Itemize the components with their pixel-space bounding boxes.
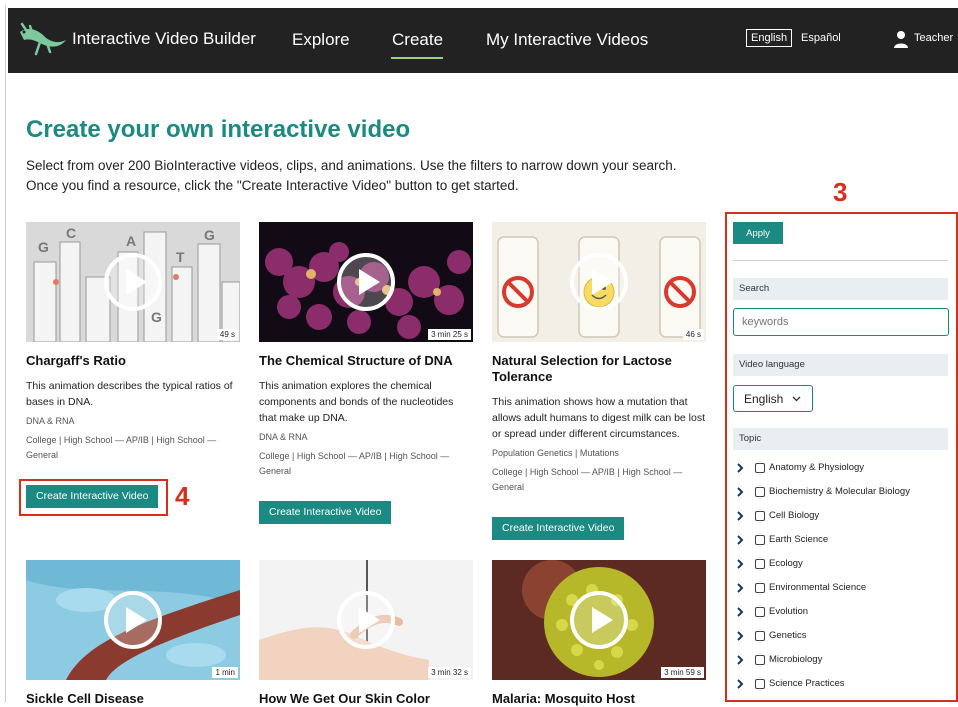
video-thumbnail[interactable]: 1 min	[26, 560, 240, 680]
video-card: 1 min Sickle Cell Disease	[26, 560, 240, 707]
nav-my-interactive-videos[interactable]: My Interactive Videos	[486, 30, 648, 50]
card-description: This animation explores the chemical com…	[259, 380, 454, 424]
play-icon[interactable]	[336, 252, 396, 312]
card-description: This animation shows how a mutation that…	[492, 396, 706, 440]
svg-text:A: A	[126, 233, 136, 249]
play-icon[interactable]	[103, 252, 163, 312]
card-title[interactable]: How We Get Our Skin Color	[259, 691, 473, 707]
page-intro: Select from over 200 BioInteractive vide…	[26, 158, 677, 193]
card-title[interactable]: Chargaff's Ratio	[26, 353, 240, 369]
video-card: 3 min 32 s How We Get Our Skin Color	[259, 560, 473, 707]
duration-badge: 49 s	[216, 329, 238, 340]
svg-text:G: G	[38, 239, 49, 255]
card-description: This animation describes the typical rat…	[26, 380, 233, 408]
duration-badge: 3 min 25 s	[428, 329, 471, 340]
lizard-logo-icon[interactable]	[16, 22, 68, 58]
annotation-highlight-box	[19, 479, 168, 516]
language-english-button[interactable]: English	[746, 29, 793, 47]
duration-badge: 3 min 59 s	[661, 667, 704, 678]
language-spanish-button[interactable]: Español	[801, 32, 841, 44]
card-levels: College | High School — AP/IB | High Sch…	[26, 435, 217, 460]
svg-text:G: G	[204, 227, 215, 243]
play-icon[interactable]	[103, 590, 163, 650]
play-icon[interactable]	[336, 590, 396, 650]
video-thumbnail[interactable]: 46 s	[492, 222, 706, 342]
brand-title[interactable]: Interactive Video Builder	[72, 29, 256, 49]
nav-explore[interactable]: Explore	[292, 30, 350, 50]
card-levels: College | High School — AP/IB | High Sch…	[492, 467, 683, 492]
page-title: Create your own interactive video	[26, 116, 411, 143]
card-title[interactable]: The Chemical Structure of DNA	[259, 353, 473, 369]
duration-badge: 1 min	[212, 667, 238, 678]
annotation-number: 4	[175, 481, 190, 511]
user-icon[interactable]	[893, 30, 909, 48]
video-card: 3 min 25 s The Chemical Structure of DNA…	[259, 222, 473, 479]
top-navigation-bar: Interactive Video Builder Explore Create…	[8, 8, 958, 73]
video-thumbnail[interactable]: 3 min 25 s	[259, 222, 473, 342]
card-title[interactable]: Natural Selection for Lactose Tolerance	[492, 353, 706, 385]
duration-badge: 3 min 32 s	[428, 667, 471, 678]
card-topic-tag: DNA & RNA	[26, 416, 75, 426]
video-card: 46 s Natural Selection for Lactose Toler…	[492, 222, 706, 495]
play-icon[interactable]	[569, 252, 629, 312]
nav-active-indicator	[391, 57, 443, 59]
video-card: GCA TGG 49 s Chargaff's Ratio This anima…	[26, 222, 240, 463]
video-thumbnail[interactable]: 3 min 59 s	[492, 560, 706, 680]
create-interactive-video-button[interactable]: Create Interactive Video	[492, 517, 625, 540]
video-thumbnail[interactable]: GCA TGG 49 s	[26, 222, 240, 342]
card-title[interactable]: Malaria: Mosquito Host	[492, 691, 706, 707]
video-card: 3 min 59 s Malaria: Mosquito Host	[492, 560, 706, 707]
nav-create[interactable]: Create	[392, 30, 443, 50]
play-icon[interactable]	[569, 590, 629, 650]
duration-badge: 46 s	[682, 329, 704, 340]
svg-text:T: T	[176, 249, 185, 265]
card-topic-tag: DNA & RNA	[259, 432, 308, 442]
card-topic-tag: Population Genetics | Mutations	[492, 448, 619, 458]
card-title[interactable]: Sickle Cell Disease	[26, 691, 240, 707]
svg-text:C: C	[66, 225, 76, 241]
user-menu-label[interactable]: Teacher	[914, 32, 953, 44]
annotation-highlight-box	[725, 212, 958, 702]
video-thumbnail[interactable]: 3 min 32 s	[259, 560, 473, 680]
filter-sidebar: Apply Search Video language English Topi…	[725, 212, 958, 702]
annotation-number: 3	[833, 177, 848, 207]
create-interactive-video-button[interactable]: Create Interactive Video	[259, 501, 392, 524]
card-levels: College | High School — AP/IB | High Sch…	[259, 451, 450, 476]
